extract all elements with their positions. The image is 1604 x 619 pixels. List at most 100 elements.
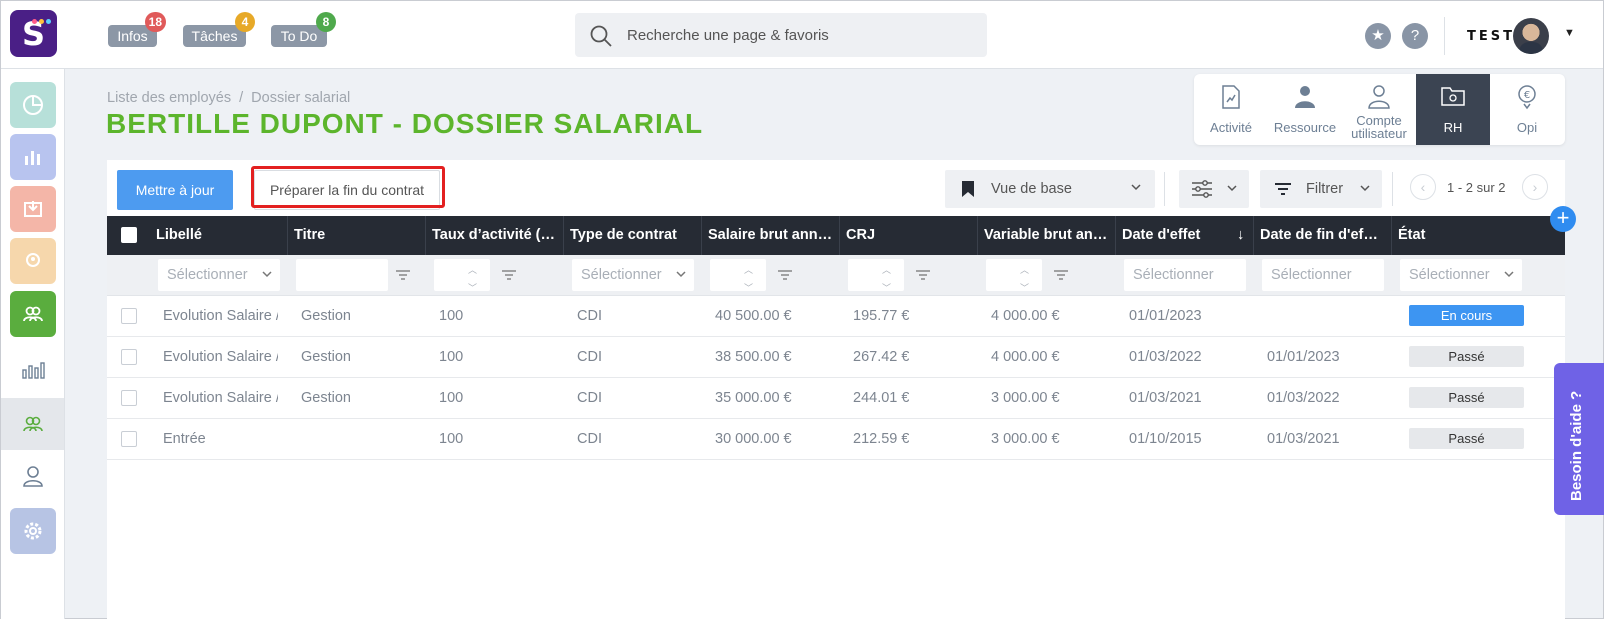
filter-row: Sélectionner ︿ ﹀ Sélectionner ︿ ﹀ ︿ ﹀ ︿ ﹀ Sé… [107, 255, 1565, 296]
add-plus-icon[interactable]: + [1550, 206, 1576, 232]
infos-pill[interactable]: Infos 18 [108, 12, 166, 47]
spinner-arrows-icon[interactable]: ︿ ﹀ [882, 266, 891, 293]
filter-icon [1275, 183, 1291, 195]
filter-lines-icon[interactable] [493, 259, 525, 291]
search-input[interactable] [627, 23, 967, 47]
cell-date-effet: 01/10/2015 [1129, 431, 1202, 447]
filter-button[interactable]: Filtrer [1260, 170, 1382, 208]
filter-label: Filtrer [1306, 181, 1344, 197]
column-divider [839, 216, 840, 255]
update-button[interactable]: Mettre à jour [117, 170, 233, 210]
chevron-down-icon [676, 271, 686, 278]
salary-panel: Mettre à jour Préparer la fin du contrat… [107, 160, 1565, 619]
sidebar-settings-icon[interactable] [10, 508, 56, 554]
table-row[interactable]: Entrée 100 CDI 30 000.00 € 212.59 € 3 00… [107, 419, 1565, 460]
sidebar-dashboard-icon[interactable] [10, 82, 56, 128]
titre-filter-input[interactable] [296, 259, 388, 291]
app-logo[interactable]: S [10, 10, 57, 57]
filter-lines-icon[interactable] [907, 259, 939, 291]
sidebar-inbox-icon[interactable] [10, 186, 56, 232]
table-row[interactable]: Evolution Salaire / Gestion 100 CDI 40 5… [107, 296, 1565, 337]
column-divider [1391, 216, 1392, 255]
column-divider [563, 216, 564, 255]
column-settings-button[interactable] [1179, 170, 1249, 208]
filter-lines-icon[interactable] [769, 259, 801, 291]
prepare-end-contract-button[interactable]: Préparer la fin du contrat [254, 170, 440, 210]
bookmark-icon [962, 181, 974, 197]
cell-titre: Gestion [301, 308, 351, 324]
header-taux[interactable]: Taux d’activité (… [432, 227, 555, 243]
taches-count-badge: 4 [235, 12, 255, 32]
header-libelle[interactable]: Libellé [156, 227, 202, 243]
todo-count-badge: 8 [316, 12, 336, 32]
row-checkbox[interactable] [121, 431, 137, 447]
cell-taux: 100 [439, 308, 464, 324]
infos-count-badge: 18 [144, 12, 166, 32]
view-select[interactable]: Vue de base [945, 170, 1155, 208]
breadcrumb-employees-link[interactable]: Liste des employés [107, 90, 231, 106]
next-page-icon[interactable]: › [1522, 174, 1548, 200]
sidebar-team-icon[interactable] [10, 291, 56, 337]
tab-activite-label: Activité [1210, 120, 1252, 135]
filter-lines-icon[interactable] [387, 259, 419, 291]
tab-compte-utilisateur[interactable]: Compte utilisateur [1342, 74, 1416, 145]
header-date-fin[interactable]: Date de fin d'ef… [1260, 227, 1378, 243]
libelle-filter-select[interactable]: Sélectionner [158, 259, 280, 291]
table-row[interactable]: Evolution Salaire / Gestion 100 CDI 38 5… [107, 337, 1565, 378]
chevron-down-icon [1504, 271, 1514, 278]
chevron-down-icon [1131, 184, 1141, 191]
sidebar-employees-icon[interactable] [1, 398, 64, 450]
column-divider [701, 216, 702, 255]
etat-filter-select[interactable]: Sélectionner [1400, 259, 1522, 291]
header-salaire[interactable]: Salaire brut ann… [708, 227, 832, 243]
taux-filter-input[interactable]: ︿ ﹀ [434, 259, 490, 293]
table-header: Libellé Titre Taux d’activité (… Type de… [107, 216, 1565, 255]
crj-filter-input[interactable]: ︿ ﹀ [848, 259, 904, 293]
type-filter-select[interactable]: Sélectionner [572, 259, 694, 291]
user-menu-caret-icon[interactable]: ▼ [1564, 27, 1575, 39]
cell-libelle: Evolution Salaire / [163, 390, 278, 406]
sidebar-search-user-icon[interactable] [10, 238, 56, 284]
spinner-arrows-icon[interactable]: ︿ ﹀ [468, 266, 477, 293]
spinner-arrows-icon[interactable]: ︿ ﹀ [1020, 266, 1029, 293]
tab-opi[interactable]: € Opi [1490, 74, 1564, 145]
sidebar-chart-icon[interactable] [1, 343, 64, 395]
prev-page-icon[interactable]: ‹ [1410, 174, 1436, 200]
tab-activite[interactable]: Activité [1194, 74, 1268, 145]
sidebar-stats-icon[interactable] [10, 134, 56, 180]
date-fin-filter[interactable]: Sélectionner [1262, 259, 1384, 291]
column-divider [287, 216, 288, 255]
header-type-contrat[interactable]: Type de contrat [570, 227, 677, 243]
cell-libelle: Evolution Salaire / [163, 349, 278, 365]
svg-text:€: € [1524, 90, 1530, 101]
search-bar[interactable] [575, 13, 987, 57]
header-date-effet[interactable]: Date d'effet [1122, 227, 1200, 243]
user-avatar[interactable] [1513, 18, 1549, 54]
sidebar-user-icon[interactable] [1, 450, 64, 502]
header-crj[interactable]: CRJ [846, 227, 875, 243]
row-checkbox[interactable] [121, 308, 137, 324]
tab-rh[interactable]: RH [1416, 74, 1490, 145]
filter-lines-icon[interactable] [1045, 259, 1077, 291]
select-all-checkbox[interactable] [121, 227, 137, 243]
header-etat[interactable]: État [1398, 227, 1425, 243]
favorites-star-icon[interactable]: ★ [1365, 23, 1391, 49]
tab-opi-label: Opi [1516, 120, 1538, 135]
variable-filter-input[interactable]: ︿ ﹀ [986, 259, 1042, 293]
header-variable[interactable]: Variable brut an… [984, 227, 1107, 243]
taches-pill[interactable]: Tâches 4 [183, 12, 255, 47]
table-row[interactable]: Evolution Salaire / Gestion 100 CDI 35 0… [107, 378, 1565, 419]
header-titre[interactable]: Titre [294, 227, 325, 243]
spinner-arrows-icon[interactable]: ︿ ﹀ [744, 266, 753, 293]
tab-ressource[interactable]: Ressource [1268, 74, 1342, 145]
date-effet-filter[interactable]: Sélectionner [1124, 259, 1246, 291]
row-checkbox[interactable] [121, 349, 137, 365]
salaire-filter-input[interactable]: ︿ ﹀ [710, 259, 766, 293]
toolbar-divider [1392, 172, 1393, 206]
help-tab[interactable]: Besoin d'aide ? [1554, 363, 1604, 515]
row-checkbox[interactable] [121, 390, 137, 406]
etat-filter-placeholder: Sélectionner [1409, 267, 1490, 283]
todo-pill[interactable]: To Do 8 [271, 12, 336, 47]
help-question-icon[interactable]: ? [1402, 23, 1428, 49]
sort-down-icon[interactable]: ↓ [1237, 227, 1244, 243]
